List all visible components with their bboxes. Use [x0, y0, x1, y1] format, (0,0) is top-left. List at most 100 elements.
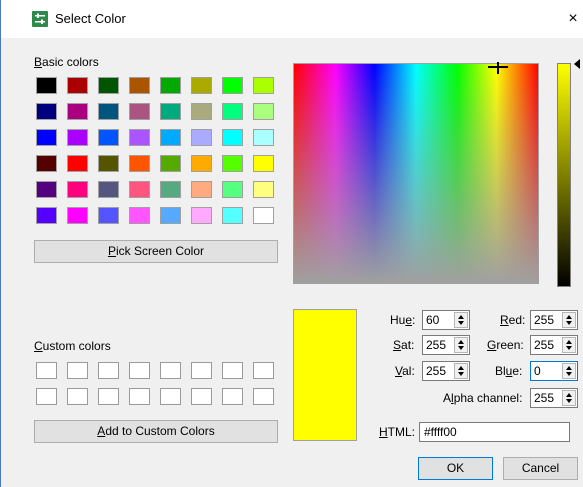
- basic-color-swatch[interactable]: [36, 129, 57, 146]
- basic-color-swatch[interactable]: [253, 181, 274, 198]
- custom-color-swatch[interactable]: [36, 362, 57, 379]
- basic-color-swatch[interactable]: [191, 77, 212, 94]
- basic-color-swatch[interactable]: [160, 129, 181, 146]
- basic-color-swatch[interactable]: [222, 103, 243, 120]
- spin-arrows-icon[interactable]: [454, 363, 468, 379]
- hue-saturation-spectrum[interactable]: [293, 62, 539, 284]
- ok-button[interactable]: OK: [418, 457, 493, 480]
- basic-color-swatch[interactable]: [129, 129, 150, 146]
- basic-color-swatch[interactable]: [98, 207, 119, 224]
- basic-color-swatch[interactable]: [129, 103, 150, 120]
- custom-color-swatch[interactable]: [160, 362, 181, 379]
- html-label: HTML:: [379, 425, 416, 439]
- red-label: Red:: [500, 313, 526, 327]
- basic-color-swatch[interactable]: [36, 77, 57, 94]
- basic-color-swatch[interactable]: [129, 207, 150, 224]
- alpha-spinbox[interactable]: 255: [530, 388, 578, 408]
- custom-color-swatch[interactable]: [222, 362, 243, 379]
- basic-color-swatch[interactable]: [36, 207, 57, 224]
- basic-color-swatch[interactable]: [98, 129, 119, 146]
- basic-color-swatch[interactable]: [36, 155, 57, 172]
- basic-color-swatch[interactable]: [222, 77, 243, 94]
- val-label: Val:: [395, 364, 415, 378]
- basic-color-swatch[interactable]: [129, 181, 150, 198]
- custom-colors-label: Custom colors: [34, 339, 111, 353]
- basic-color-swatch[interactable]: [253, 77, 274, 94]
- basic-color-swatch[interactable]: [222, 207, 243, 224]
- custom-color-swatch[interactable]: [129, 362, 150, 379]
- basic-color-swatch[interactable]: [191, 129, 212, 146]
- basic-color-swatch[interactable]: [98, 181, 119, 198]
- basic-color-swatch[interactable]: [67, 103, 88, 120]
- basic-color-swatch[interactable]: [160, 155, 181, 172]
- custom-color-swatch[interactable]: [98, 388, 119, 405]
- basic-color-swatch[interactable]: [36, 103, 57, 120]
- custom-color-swatch[interactable]: [253, 388, 274, 405]
- basic-color-swatch[interactable]: [253, 155, 274, 172]
- spin-arrows-icon[interactable]: [562, 363, 576, 379]
- basic-color-swatch[interactable]: [160, 77, 181, 94]
- luminance-slider[interactable]: [557, 63, 571, 287]
- custom-color-swatch[interactable]: [160, 388, 181, 405]
- basic-color-swatch[interactable]: [98, 155, 119, 172]
- basic-color-swatch[interactable]: [253, 103, 274, 120]
- basic-color-swatch[interactable]: [253, 207, 274, 224]
- spin-arrows-icon[interactable]: [562, 312, 576, 328]
- basic-color-swatch[interactable]: [129, 155, 150, 172]
- hue-spinbox[interactable]: 60: [422, 310, 470, 330]
- app-icon: [32, 11, 48, 27]
- custom-color-swatch[interactable]: [36, 388, 57, 405]
- close-icon[interactable]: ×: [561, 8, 583, 30]
- basic-color-swatch[interactable]: [129, 77, 150, 94]
- basic-color-swatch[interactable]: [222, 155, 243, 172]
- custom-color-swatch[interactable]: [67, 362, 88, 379]
- window-title: Select Color: [55, 11, 126, 26]
- basic-color-swatch[interactable]: [67, 181, 88, 198]
- custom-color-swatch[interactable]: [191, 388, 212, 405]
- add-to-custom-colors-button[interactable]: Add to Custom Colors: [34, 420, 278, 443]
- basic-color-swatch[interactable]: [160, 207, 181, 224]
- basic-color-swatch[interactable]: [67, 207, 88, 224]
- green-spinbox[interactable]: 255: [530, 335, 578, 355]
- spin-arrows-icon[interactable]: [454, 312, 468, 328]
- basic-color-swatch[interactable]: [191, 181, 212, 198]
- basic-color-swatch[interactable]: [160, 103, 181, 120]
- alpha-label: Alpha channel:: [443, 391, 523, 405]
- basic-color-swatch[interactable]: [191, 103, 212, 120]
- basic-color-swatch[interactable]: [222, 129, 243, 146]
- sat-spinbox[interactable]: 255: [422, 335, 470, 355]
- custom-color-swatch[interactable]: [67, 388, 88, 405]
- val-spinbox[interactable]: 255: [422, 361, 470, 381]
- red-spinbox[interactable]: 255: [530, 310, 578, 330]
- select-color-dialog: Select Color × Basic colors Pick Screen …: [0, 0, 583, 487]
- basic-color-swatch[interactable]: [67, 77, 88, 94]
- pick-screen-color-button[interactable]: Pick Screen Color: [34, 240, 278, 263]
- custom-color-swatch[interactable]: [98, 362, 119, 379]
- basic-color-swatch[interactable]: [191, 207, 212, 224]
- cancel-button[interactable]: Cancel: [503, 457, 578, 480]
- basic-color-swatch[interactable]: [253, 129, 274, 146]
- basic-color-swatch[interactable]: [160, 181, 181, 198]
- basic-color-swatch[interactable]: [67, 155, 88, 172]
- spin-arrows-icon[interactable]: [562, 337, 576, 353]
- green-label: Green:: [487, 338, 524, 352]
- custom-color-swatch[interactable]: [191, 362, 212, 379]
- basic-color-swatch[interactable]: [191, 155, 212, 172]
- basic-color-swatch[interactable]: [98, 77, 119, 94]
- crosshair-icon: [488, 62, 508, 74]
- basic-color-swatch[interactable]: [98, 103, 119, 120]
- custom-color-swatch[interactable]: [253, 362, 274, 379]
- custom-color-swatch[interactable]: [222, 388, 243, 405]
- title-bar[interactable]: Select Color ×: [1, 0, 583, 38]
- color-preview: [293, 309, 357, 441]
- spin-arrows-icon[interactable]: [454, 337, 468, 353]
- slider-arrow-icon[interactable]: [573, 59, 581, 69]
- basic-color-swatch[interactable]: [36, 181, 57, 198]
- spin-arrows-icon[interactable]: [562, 390, 576, 406]
- blue-label: Blue:: [495, 364, 523, 378]
- custom-color-swatch[interactable]: [129, 388, 150, 405]
- html-color-input[interactable]: #ffff00: [419, 422, 570, 442]
- basic-color-swatch[interactable]: [67, 129, 88, 146]
- basic-color-swatch[interactable]: [222, 181, 243, 198]
- blue-spinbox[interactable]: 0: [530, 361, 578, 381]
